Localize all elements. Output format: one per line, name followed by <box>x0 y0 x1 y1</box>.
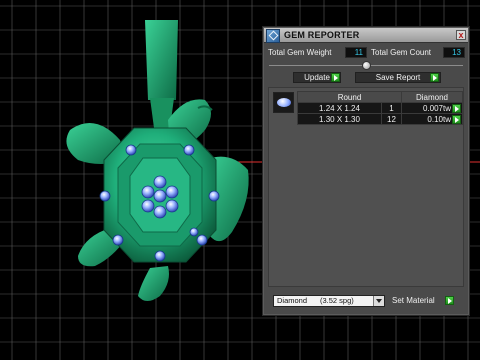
model-gem <box>112 234 124 246</box>
material-selected: Diamond <box>277 296 308 305</box>
save-report-button[interactable]: Save Report <box>355 72 441 83</box>
close-icon[interactable]: x <box>456 30 466 40</box>
total-weight-value: 11 <box>345 47 367 58</box>
gem-table: Round Diamond 1.24 X 1.24 1 0.007tw 1.30… <box>297 91 463 125</box>
model-gem <box>153 175 167 189</box>
gem-count-cell: 1 <box>381 102 402 114</box>
gem-list-area: Round Diamond 1.24 X 1.24 1 0.007tw 1.30… <box>268 87 464 287</box>
column-header-diamond: Diamond <box>401 91 463 103</box>
table-row[interactable]: 1.30 X 1.30 12 0.10tw <box>297 113 463 125</box>
update-button-label: Update <box>304 73 330 82</box>
slider-handle[interactable] <box>362 61 371 70</box>
gem-reporter-panel: GEM REPORTER x Total Gem Weight 11 Total… <box>262 26 470 316</box>
model-gem <box>141 185 155 199</box>
model-gem <box>154 250 166 262</box>
table-row[interactable]: 1.24 X 1.24 1 0.007tw <box>297 102 463 114</box>
panel-titlebar[interactable]: GEM REPORTER x <box>264 28 468 43</box>
gem-weight-value: 0.10tw <box>427 114 451 124</box>
model-gem <box>99 190 111 202</box>
model-gem <box>153 189 167 203</box>
go-arrow-icon[interactable] <box>331 73 340 82</box>
gem-weight-value: 0.007tw <box>422 103 451 113</box>
model-gem <box>208 190 220 202</box>
gem-weight-cell: 0.10tw <box>401 113 463 125</box>
gem-reporter-icon <box>266 29 280 43</box>
save-report-button-label: Save Report <box>375 73 421 82</box>
panel-title: GEM REPORTER <box>284 30 360 40</box>
gem-size-cell: 1.24 X 1.24 <box>297 102 382 114</box>
gem-weight-cell: 0.007tw <box>401 102 463 114</box>
gem-count-cell: 12 <box>381 113 402 125</box>
material-spg: (3.52 spg) <box>320 296 354 305</box>
gem-thumbnail-icon[interactable] <box>273 92 294 113</box>
go-arrow-icon[interactable] <box>452 104 461 113</box>
gem-size-cell: 1.30 X 1.30 <box>297 113 382 125</box>
model-gem <box>165 199 179 213</box>
material-dropdown[interactable]: Diamond (3.52 spg) <box>273 295 385 307</box>
dropdown-arrow-icon[interactable] <box>373 296 384 306</box>
column-header-round: Round <box>297 91 402 103</box>
go-arrow-icon[interactable] <box>430 73 439 82</box>
model-gem <box>165 185 179 199</box>
model-gem <box>196 234 208 246</box>
model-gem <box>125 144 137 156</box>
set-material-label: Set Material <box>392 296 435 305</box>
model-gem <box>141 199 155 213</box>
total-weight-label: Total Gem Weight <box>268 48 332 57</box>
total-count-label: Total Gem Count <box>371 48 432 57</box>
model-gem <box>189 227 199 237</box>
go-arrow-icon[interactable] <box>452 115 461 124</box>
total-count-value: 13 <box>443 47 465 58</box>
model-gem <box>153 205 167 219</box>
model-gem <box>183 144 195 156</box>
set-material-button[interactable] <box>445 296 454 305</box>
